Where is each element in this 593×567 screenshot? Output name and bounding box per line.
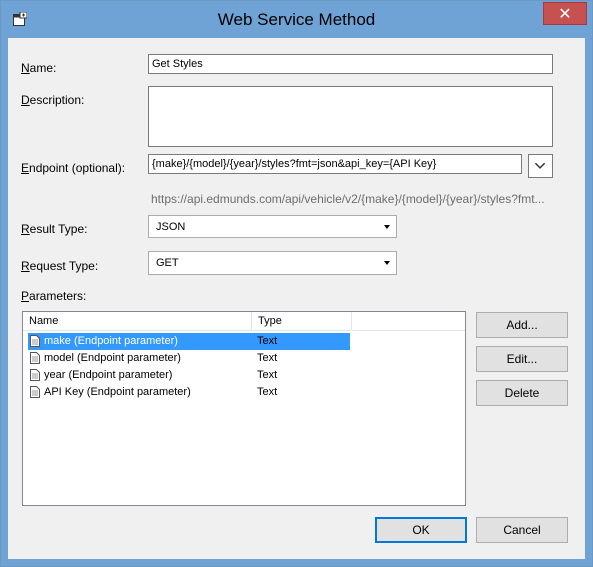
name-input[interactable]: Get Styles: [148, 54, 553, 74]
description-label: Description:: [21, 93, 85, 107]
parameters-list-header: Name Type: [23, 312, 465, 331]
chevron-down-icon: [534, 162, 546, 169]
parameter-name: API Key (Endpoint parameter): [44, 386, 191, 398]
endpoint-label: Endpoint (optional):: [21, 161, 126, 175]
ok-button[interactable]: OK: [375, 517, 467, 543]
parameter-name: year (Endpoint parameter): [44, 369, 173, 381]
document-icon: [30, 352, 40, 364]
close-icon: ✕: [558, 4, 572, 23]
request-type-label: Request Type:: [21, 259, 99, 273]
document-icon: [30, 386, 40, 398]
parameters-label: Parameters:: [21, 289, 87, 303]
parameter-type: Text: [257, 386, 278, 398]
result-type-label: Result Type:: [21, 222, 88, 236]
document-icon: [30, 335, 40, 347]
parameter-type: Text: [257, 352, 278, 364]
add-parameter-button[interactable]: Add...: [476, 312, 568, 338]
dropdown-arrow-icon: [384, 225, 390, 229]
endpoint-expand-button[interactable]: [528, 154, 553, 178]
result-type-value: JSON: [156, 221, 186, 233]
endpoint-full-url: https://api.edmunds.com/api/vehicle/v2/{…: [151, 192, 545, 206]
parameter-type: Text: [257, 369, 278, 381]
request-type-select[interactable]: GET: [148, 251, 397, 275]
description-textarea[interactable]: [148, 86, 553, 147]
parameter-type: Text: [257, 335, 278, 347]
document-icon: [30, 369, 40, 381]
window-title: Web Service Method: [217, 10, 376, 29]
close-button[interactable]: ✕: [543, 2, 587, 25]
edit-parameter-button[interactable]: Edit...: [476, 346, 568, 372]
cancel-button[interactable]: Cancel: [476, 517, 568, 543]
title-bar[interactable]: Web Service Method ✕: [1, 1, 592, 38]
result-type-select[interactable]: JSON: [148, 215, 397, 238]
dialog-window: Web Service Method ✕ Name: Get Styles De…: [0, 0, 593, 567]
parameters-list[interactable]: Name Type make (Endpoint parameter) Text…: [22, 311, 466, 506]
column-header-name[interactable]: Name: [23, 312, 252, 330]
delete-parameter-button[interactable]: Delete: [476, 380, 568, 406]
dropdown-arrow-icon: [384, 261, 390, 265]
request-type-value: GET: [156, 257, 179, 269]
parameter-name: model (Endpoint parameter): [44, 352, 181, 364]
column-header-type[interactable]: Type: [252, 312, 352, 330]
parameter-name: make (Endpoint parameter): [44, 335, 178, 347]
dialog-client-area: Name: Get Styles Description: Endpoint (…: [8, 38, 585, 559]
endpoint-input[interactable]: {make}/{model}/{year}/styles?fmt=json&ap…: [148, 154, 522, 174]
name-label: Name:: [21, 61, 57, 75]
